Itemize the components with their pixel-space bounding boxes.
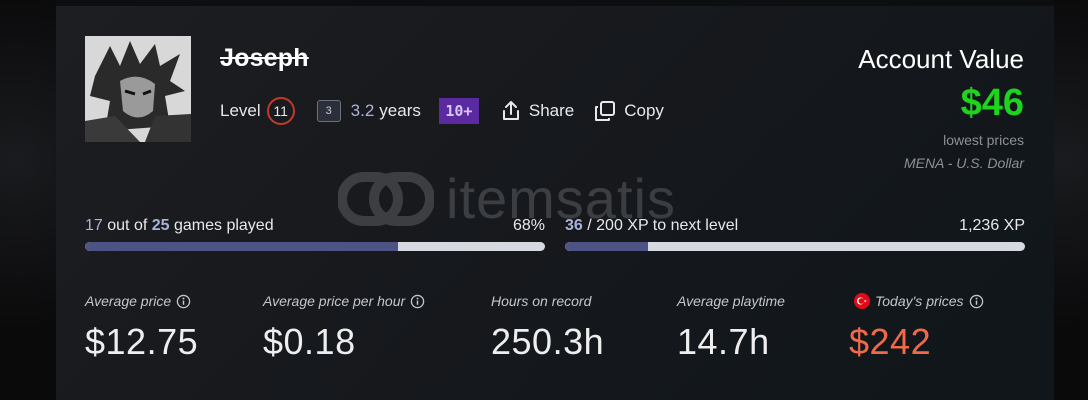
xp-progress-fill	[565, 242, 648, 251]
copy-icon	[595, 101, 616, 121]
games-total-count: 25	[151, 217, 170, 234]
account-region: MENA - U.S. Dollar	[903, 155, 1024, 171]
xp-progress: 36 / 200 XP to next level 1,236 XP	[565, 217, 1025, 251]
games-progress: 17 out of 25 games played 68%	[85, 217, 545, 251]
years-label: years	[379, 101, 421, 120]
games-progress-track	[85, 242, 545, 251]
share-button[interactable]: Share	[501, 100, 574, 122]
level-badge: 11	[266, 97, 295, 125]
games-progress-label: 17 out of 25 games played	[85, 217, 274, 235]
share-label: Share	[528, 101, 575, 120]
xp-total: 1,236 XP	[959, 217, 1025, 234]
avatar[interactable]	[85, 36, 191, 142]
stat-value: $0.18	[263, 321, 356, 362]
games-progress-fill	[85, 242, 398, 251]
copy-label: Copy	[624, 101, 664, 120]
info-icon[interactable]	[176, 294, 191, 309]
games-out-of-text: out of	[107, 217, 148, 234]
username: Joseph	[220, 44, 309, 72]
stat-average-price-per-hour: Average price per hour $0.18	[263, 292, 425, 363]
years-badge-icon: 3	[316, 100, 341, 122]
stat-average-price: Average price $12.75	[85, 292, 198, 363]
stat-value: 250.3h	[491, 321, 605, 362]
info-icon[interactable]	[969, 294, 984, 309]
xp-progress-label: 36 / 200 XP to next level	[565, 217, 738, 235]
stat-value: $242	[849, 321, 932, 362]
stat-value: 14.7h	[677, 321, 770, 362]
stats-row: Average price $12.75 Average price per h…	[85, 292, 1045, 372]
stat-hours-on-record: Hours on record 250.3h	[491, 292, 604, 363]
profile-meta-row: Level 11 3 3.2 years 10+ Share Copy	[220, 95, 684, 127]
turkey-flag-icon	[854, 293, 870, 309]
stat-label: Today's prices	[875, 293, 964, 309]
profile-card: Joseph Level 11 3 3.2 years 10+ Share Co…	[56, 6, 1054, 400]
years-value: 3.2	[350, 101, 375, 120]
stat-value: $12.75	[85, 321, 199, 362]
stat-todays-prices: Today's prices $242	[849, 292, 984, 363]
game-count-badge: 10+	[438, 98, 479, 124]
level-label: Level	[220, 101, 261, 120]
games-played-text: games played	[173, 217, 274, 234]
xp-rest-text: / 200 XP to next level	[587, 217, 739, 234]
copy-button[interactable]: Copy	[594, 100, 664, 122]
stat-label: Average playtime	[677, 293, 785, 309]
avatar-image	[85, 36, 191, 142]
xp-progress-track	[565, 242, 1025, 251]
games-played-count: 17	[85, 217, 103, 234]
background-left	[0, 0, 56, 400]
account-value-amount: $46	[960, 82, 1024, 124]
games-progress-percent: 68%	[512, 217, 545, 234]
stat-label: Hours on record	[491, 293, 592, 309]
background-right	[1054, 0, 1088, 400]
share-icon	[502, 101, 519, 120]
info-icon[interactable]	[410, 294, 425, 309]
account-value-subtitle: lowest prices	[943, 132, 1024, 148]
stat-label: Average price	[85, 293, 172, 309]
account-value-title: Account Value	[858, 44, 1024, 74]
stat-average-playtime: Average playtime 14.7h	[677, 292, 785, 363]
xp-current: 36	[565, 217, 583, 234]
stat-label: Average price per hour	[263, 293, 406, 309]
